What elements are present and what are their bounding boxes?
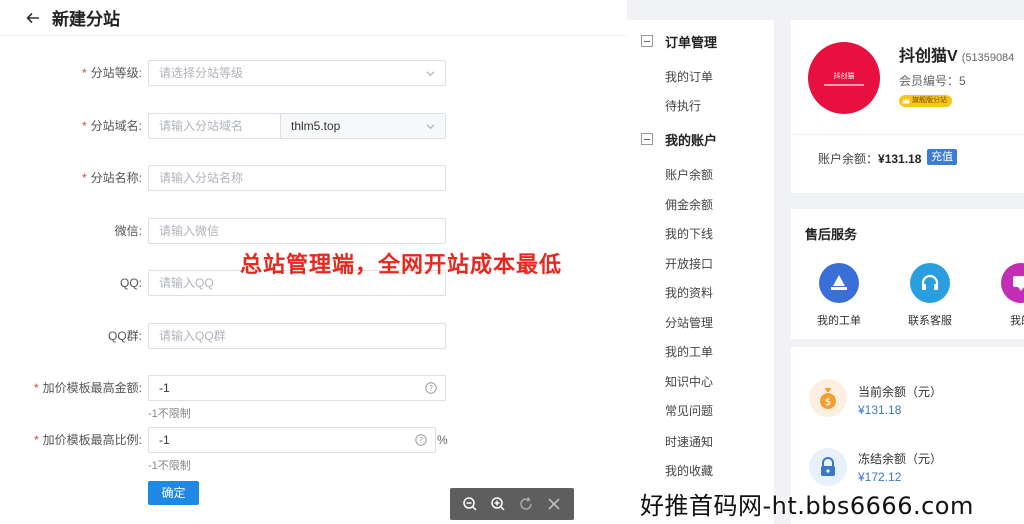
ticket-icon: [819, 263, 859, 303]
max-amount-hint: -1不限制: [148, 408, 191, 420]
percent-unit: %: [437, 433, 448, 447]
chevron-down-icon: [426, 71, 435, 77]
divider: [791, 134, 1024, 135]
svg-text:?: ?: [419, 436, 423, 445]
form-row-wechat: 微信: 请输入微信: [0, 218, 627, 246]
qq-group-input[interactable]: 请输入QQ群: [148, 323, 446, 349]
rotate-icon: [520, 497, 532, 510]
collapse-icon: [641, 133, 653, 145]
menu-item-favorites[interactable]: 我的收藏: [665, 462, 713, 479]
account-balance: 账户余额：¥131.18: [818, 152, 922, 166]
menu-item-open-api[interactable]: 开放接口: [665, 255, 713, 272]
current-balance-label: 当前余额（元）: [858, 385, 943, 399]
domain-label: * 分站域名:: [81, 119, 142, 133]
rotate-button[interactable]: [517, 495, 535, 513]
menu-item-my-orders[interactable]: 我的订单: [665, 68, 713, 85]
help-circle-icon[interactable]: ?: [415, 434, 427, 446]
menu-item-pending[interactable]: 待执行: [665, 97, 701, 114]
menu-item-tickets[interactable]: 我的工单: [665, 343, 713, 360]
zoom-out-button[interactable]: [461, 495, 479, 513]
zoom-in-icon: [491, 497, 505, 511]
wechat-input[interactable]: 请输入微信: [148, 218, 446, 244]
site-watermark: 好推首码网-ht.bbs6666.com: [640, 492, 974, 520]
max-amount-label: * 加价模板最高金额:: [33, 381, 142, 395]
form-row-domain: * 分站域名: 请输入分站域名 thlm5.top: [0, 113, 627, 141]
menu-item-notices[interactable]: 时速通知: [665, 433, 713, 450]
menu-item-downline[interactable]: 我的下线: [665, 225, 713, 242]
close-icon: [548, 498, 560, 510]
member-number: 会员编号：5: [899, 74, 966, 88]
user-id: (51359084: [961, 52, 1015, 64]
domain-suffix-select[interactable]: thlm5.top: [280, 113, 446, 139]
menu-item-profile[interactable]: 我的资料: [665, 284, 713, 301]
crown-icon: [902, 98, 910, 104]
form-row-name: * 分站名称: 请输入分站名称: [0, 165, 627, 193]
page-header: 新建分站: [0, 0, 627, 36]
zoom-in-button[interactable]: [489, 495, 507, 513]
service-contact-support[interactable]: 联系客服: [900, 263, 960, 328]
service-my-messages[interactable]: 我的: [991, 263, 1024, 328]
user-name: 抖创猫V (51359084: [899, 48, 1015, 65]
collapse-icon: [641, 35, 653, 47]
qq-group-label: QQ群:: [107, 329, 142, 343]
zoom-out-icon: [463, 497, 477, 511]
svg-text:?: ?: [429, 384, 433, 393]
menu-section-account[interactable]: 我的账户: [641, 129, 717, 149]
after-sales-card: 售后服务 我的工单 联系客服 我的: [791, 209, 1024, 339]
form-row-max-amount: * 加价模板最高金额: -1 ?: [0, 375, 627, 403]
menu-item-knowledge[interactable]: 知识中心: [665, 373, 713, 390]
logo-subline: [824, 83, 864, 86]
account-sidebar-menu: 订单管理 我的订单 待执行 我的账户 账户余额 佣金余额 我的下线 开放接口 我…: [627, 20, 774, 524]
chevron-down-icon: [426, 124, 435, 130]
back-arrow-icon[interactable]: [26, 11, 40, 25]
page-title: 新建分站: [52, 10, 120, 29]
avatar: 抖创猫: [808, 42, 880, 114]
menu-item-balance[interactable]: 账户余额: [665, 166, 713, 183]
max-amount-input[interactable]: -1 ?: [148, 375, 446, 401]
message-icon: [1001, 263, 1024, 303]
level-select[interactable]: 请选择分站等级: [148, 60, 446, 86]
max-ratio-label: * 加价模板最高比例:: [33, 433, 142, 447]
menu-section-orders[interactable]: 订单管理: [641, 31, 717, 51]
promo-overlay-text: 总站管理端，全网开站成本最低: [240, 253, 563, 278]
recharge-button[interactable]: 充值: [927, 149, 957, 165]
new-substation-form-panel: 新建分站 * 分站等级: 请选择分站等级 * 分站域名: 请输入分站域名 thlm5…: [0, 0, 627, 524]
form-row-qq-group: QQ群: 请输入QQ群: [0, 323, 627, 351]
domain-input[interactable]: 请输入分站域名: [148, 113, 281, 139]
current-balance-value: ¥131.18: [858, 403, 902, 417]
form-row-level: * 分站等级: 请选择分站等级: [0, 60, 627, 88]
profile-card: 抖创猫 抖创猫V (51359084 会员编号：5 旗舰版分站 账户余额：¥131…: [791, 20, 1024, 193]
form-row-max-ratio: * 加价模板最高比例: -1 ? %: [0, 427, 627, 455]
service-my-tickets[interactable]: 我的工单: [809, 263, 869, 328]
level-label: * 分站等级:: [81, 66, 142, 80]
frozen-balance-value: ¥172.12: [858, 470, 902, 484]
svg-text:$: $: [825, 397, 831, 408]
menu-item-substations[interactable]: 分站管理: [665, 314, 713, 331]
max-ratio-input[interactable]: -1 ?: [148, 427, 436, 453]
qq-label: QQ:: [119, 276, 142, 290]
lock-icon: [809, 448, 847, 486]
after-sales-title: 售后服务: [805, 227, 858, 242]
confirm-button[interactable]: 确定: [148, 481, 199, 505]
max-ratio-hint: -1不限制: [148, 460, 191, 472]
headset-icon: [910, 263, 950, 303]
wechat-label: 微信:: [114, 224, 142, 238]
menu-item-commission[interactable]: 佣金余额: [665, 196, 713, 213]
name-label: * 分站名称:: [81, 171, 142, 185]
close-viewer-button[interactable]: [545, 495, 563, 513]
frozen-balance-label: 冻结余额（元）: [858, 452, 943, 466]
image-viewer-toolbar: [450, 488, 574, 520]
help-circle-icon[interactable]: ?: [425, 382, 437, 394]
money-bag-icon: $: [809, 379, 847, 417]
plan-badge: 旗舰版分站: [899, 95, 952, 107]
name-input[interactable]: 请输入分站名称: [148, 165, 446, 191]
menu-item-faq[interactable]: 常见问题: [665, 402, 713, 419]
